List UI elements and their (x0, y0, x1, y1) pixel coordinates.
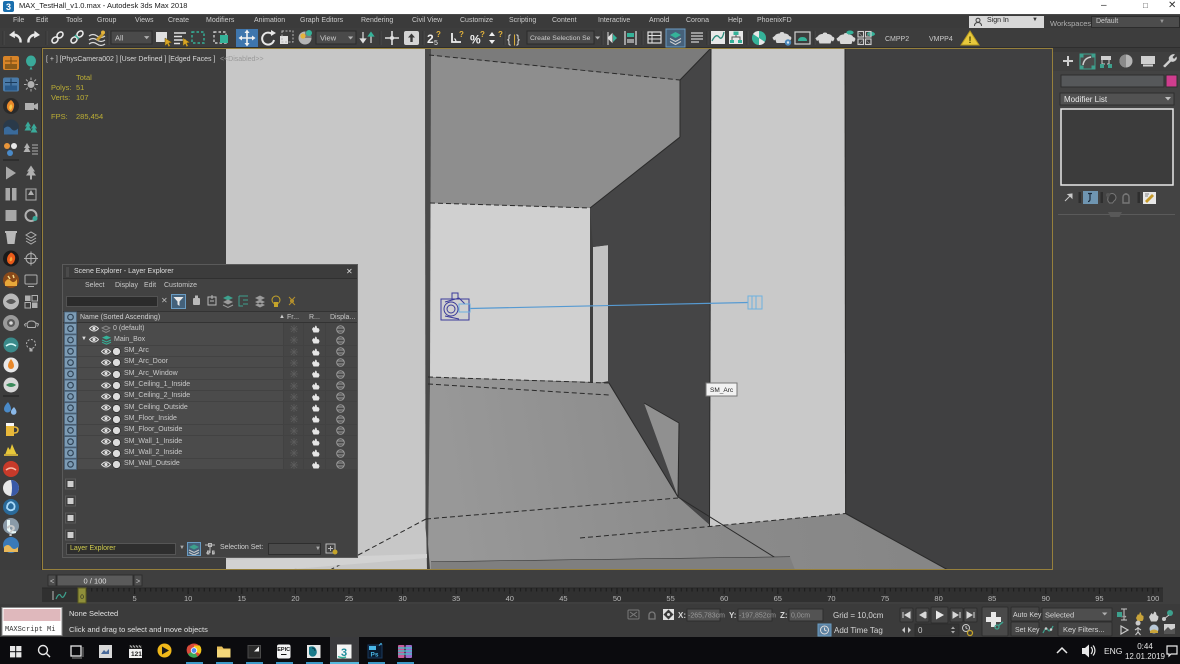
svg-text:0: 0 (918, 626, 923, 635)
svg-text:?: ? (480, 30, 485, 39)
svg-text:Create Selection Se: Create Selection Se (530, 35, 591, 42)
svg-text:Set Key: Set Key (1015, 627, 1040, 634)
svg-text:285,454: 285,454 (76, 112, 103, 121)
svg-text:CMPP2: CMPP2 (885, 36, 909, 43)
svg-text:0:44: 0:44 (1137, 642, 1153, 651)
svg-text:[ + ] [PhysCamera002 ] [User D: [ + ] [PhysCamera002 ] [User Defined ] [… (46, 56, 215, 63)
svg-text:Ps: Ps (371, 652, 379, 659)
svg-text:70: 70 (827, 594, 835, 603)
svg-text:30: 30 (398, 594, 406, 603)
svg-text:10: 10 (184, 594, 192, 603)
svg-text:Key Filters...: Key Filters... (1063, 625, 1105, 634)
svg-text:Modifier List: Modifier List (1064, 95, 1108, 104)
svg-text:X:: X: (678, 611, 686, 620)
svg-text:Z:: Z: (780, 611, 788, 620)
svg-text:51: 51 (76, 83, 84, 92)
svg-text:Y:: Y: (729, 611, 736, 620)
svg-text:Auto Key: Auto Key (1013, 612, 1042, 619)
svg-text:35: 35 (452, 594, 460, 603)
svg-text:View: View (320, 34, 337, 43)
svg-text:25: 25 (345, 594, 353, 603)
svg-text:?: ? (498, 30, 503, 39)
svg-text:!: ! (969, 35, 972, 45)
svg-text:Selected: Selected (1045, 611, 1074, 620)
svg-text:40: 40 (506, 594, 514, 603)
svg-text:?: ? (436, 30, 441, 39)
svg-text:80: 80 (934, 594, 942, 603)
svg-text:107: 107 (76, 93, 89, 102)
svg-text:Click and drag to select and m: Click and drag to select and move object… (69, 625, 208, 634)
svg-text:}: } (516, 32, 520, 46)
svg-text:>: > (136, 579, 140, 586)
svg-text:None Selected: None Selected (69, 609, 118, 618)
svg-text:3: 3 (6, 2, 11, 12)
svg-text:{: { (507, 32, 511, 46)
svg-text:90: 90 (1042, 594, 1050, 603)
svg-text:65: 65 (774, 594, 782, 603)
svg-text:?: ? (459, 30, 464, 39)
svg-text:60: 60 (720, 594, 728, 603)
svg-text:100: 100 (1147, 594, 1160, 603)
svg-text:45: 45 (559, 594, 567, 603)
svg-text:<: < (50, 579, 54, 586)
svg-text:?: ? (6, 523, 16, 540)
svg-text:VMPP4: VMPP4 (929, 36, 953, 43)
svg-text:12.01.2019: 12.01.2019 (1125, 652, 1166, 661)
svg-text:Grid = 10,0cm: Grid = 10,0cm (833, 611, 884, 620)
svg-text:-265,783cm: -265,783cm (688, 613, 725, 620)
svg-text:Total: Total (76, 73, 92, 82)
svg-text:2: 2 (427, 32, 434, 46)
svg-text:All: All (115, 34, 124, 43)
svg-text:Add Time Tag: Add Time Tag (834, 626, 883, 635)
svg-text:Polys:: Polys: (51, 83, 71, 92)
svg-text:MAXScript Mi: MAXScript Mi (5, 626, 55, 634)
svg-text:Verts:: Verts: (51, 93, 70, 102)
svg-text:0,0cm: 0,0cm (791, 613, 810, 620)
svg-text:75: 75 (881, 594, 889, 603)
svg-text:0 / 100: 0 / 100 (84, 577, 107, 586)
svg-text:15: 15 (238, 594, 246, 603)
svg-text:121: 121 (131, 651, 142, 658)
svg-text:FPS:: FPS: (51, 112, 68, 121)
svg-text:95: 95 (1095, 594, 1103, 603)
svg-text:0: 0 (80, 594, 84, 601)
svg-text:20: 20 (291, 594, 299, 603)
svg-text:55: 55 (666, 594, 674, 603)
svg-text:<<Disabled>>: <<Disabled>> (220, 56, 264, 63)
svg-text:5: 5 (133, 594, 137, 603)
svg-text:-197,852cm: -197,852cm (739, 613, 776, 620)
svg-text:ENG: ENG (1104, 646, 1122, 656)
svg-text:5: 5 (434, 40, 438, 47)
svg-text:EPIC: EPIC (277, 647, 290, 653)
svg-text:SM_Arc: SM_Arc (710, 387, 734, 394)
svg-text:50: 50 (613, 594, 621, 603)
svg-text:85: 85 (988, 594, 996, 603)
